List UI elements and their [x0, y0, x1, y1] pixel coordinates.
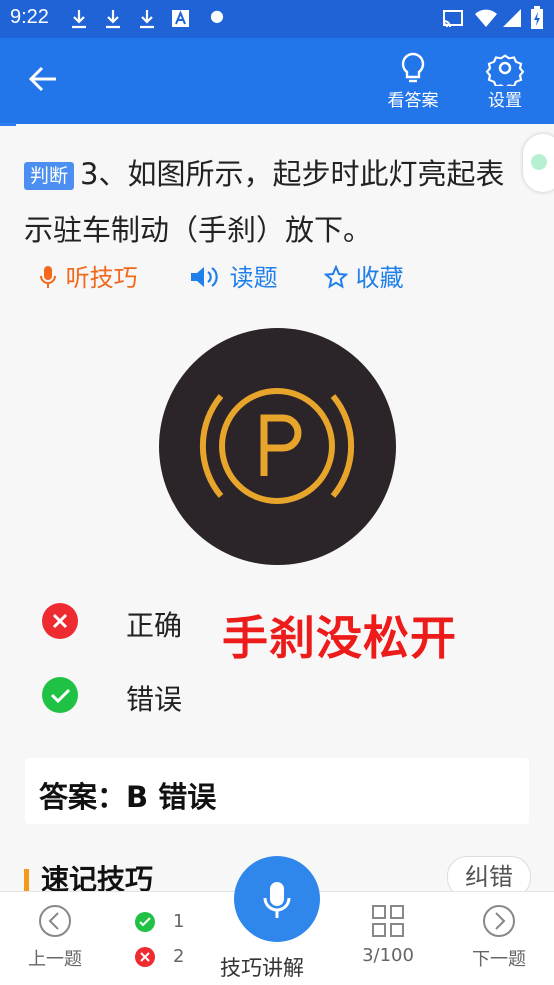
view-answer-label: 看答案: [387, 91, 439, 111]
view-answer-button[interactable]: 看答案: [378, 52, 448, 111]
dot-icon: ●: [210, 6, 224, 25]
progress-label: 3/100: [362, 945, 414, 966]
lightbulb-icon: [401, 52, 425, 83]
listen-tips-label: 听技巧: [65, 264, 138, 292]
grid-icon: [372, 905, 404, 937]
check-icon: [135, 912, 155, 932]
parking-brake-light-image: [159, 328, 396, 565]
option-a-label: 正确: [126, 609, 183, 642]
option-b-label: 错误: [126, 683, 183, 716]
microphone-icon: [40, 266, 56, 288]
back-arrow-icon[interactable]: [28, 64, 58, 94]
android-icon: [531, 154, 547, 170]
answer-text: 答案：B 错误: [39, 780, 217, 814]
wrong-icon: [42, 603, 78, 639]
battery-charging-icon: [531, 6, 543, 29]
parking-brake-icon: [199, 388, 355, 504]
wrong-icon: [135, 947, 155, 967]
status-bar: 9:22 ●: [0, 0, 554, 38]
listen-tips-button[interactable]: 听技巧: [38, 258, 138, 293]
download-icon: [72, 10, 86, 29]
progress-indicator: [0, 123, 16, 126]
prev-question-label: 上一题: [28, 949, 82, 970]
speaker-icon: [191, 267, 218, 287]
question-text: 判断 3、如图所示，起步时此灯亮起表示驻车制动（手刹）放下。: [24, 146, 524, 258]
app-bar: 看答案 设置: [0, 38, 554, 124]
download-icon: [106, 10, 120, 29]
settings-button[interactable]: 设置: [470, 52, 540, 111]
status-time: 9:22: [10, 6, 49, 28]
settings-label: 设置: [488, 91, 522, 111]
question-type-tag: 判断: [24, 162, 75, 190]
question-body: 3、如图所示，起步时此灯亮起表示驻车制动（手刹）放下。: [24, 157, 505, 247]
next-question-button[interactable]: 下一题: [454, 904, 544, 971]
tips-explain-label: 技巧讲解: [220, 956, 304, 980]
gear-icon: [485, 54, 525, 86]
favorite-label: 收藏: [355, 264, 404, 292]
cast-icon: [443, 10, 463, 28]
microphone-icon: [263, 882, 291, 918]
download-icon: [140, 10, 154, 29]
read-question-label: 读题: [229, 264, 278, 292]
favorite-button[interactable]: 收藏: [323, 258, 404, 293]
correct-count-value: 1: [173, 911, 185, 932]
prev-question-button[interactable]: 上一题: [10, 904, 100, 971]
memory-hint-text: 手刹没松开: [222, 611, 457, 665]
chevron-left-icon: [39, 905, 71, 937]
progress-grid-button[interactable]: 3/100: [343, 904, 433, 966]
tips-explain-button[interactable]: [234, 856, 320, 942]
next-question-label: 下一题: [472, 949, 526, 970]
wifi-icon: [475, 9, 497, 27]
chevron-right-icon: [483, 905, 515, 937]
signal-icon: [503, 9, 521, 27]
answer-box: 答案：B 错误: [25, 758, 529, 824]
wrong-count-value: 2: [173, 946, 185, 967]
star-icon: [323, 264, 349, 289]
read-question-button[interactable]: 读题: [190, 258, 278, 293]
font-icon: [172, 10, 189, 27]
section-marker: [24, 869, 29, 892]
check-icon: [42, 677, 78, 713]
floating-side-button[interactable]: [523, 134, 554, 192]
